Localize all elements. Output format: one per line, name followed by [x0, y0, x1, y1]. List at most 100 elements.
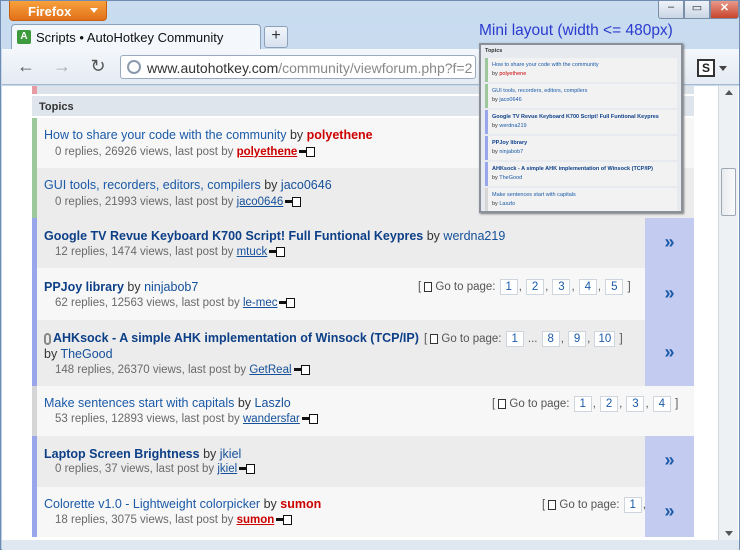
unread-marker — [32, 86, 37, 94]
topic-stats: 0 replies, 37 views, last post by — [55, 463, 215, 475]
last-post-icon[interactable] — [299, 147, 316, 158]
mini-layout-preview: Topics How to share your code with the c… — [479, 43, 683, 213]
jump-to-new-post-button[interactable]: » — [645, 320, 694, 386]
last-post-icon[interactable] — [285, 197, 302, 208]
topic-author-link[interactable]: polyethene — [307, 128, 373, 142]
last-poster-link[interactable]: polyethene — [237, 146, 298, 158]
topic-author-link[interactable]: sumon — [280, 497, 321, 511]
page-link[interactable]: 1 — [505, 331, 524, 347]
page-link[interactable]: 4 — [578, 279, 597, 295]
topic-stats: 18 replies, 3075 views, last post by — [55, 514, 234, 526]
mini-topic-title: AHKsock - A simple AHK implementation of… — [492, 166, 653, 172]
close-window-button[interactable]: ✕ — [710, 1, 739, 19]
topic-author-link[interactable]: jkiel — [220, 447, 242, 461]
mini-layout-caption: Mini layout (width <= 480px) — [479, 22, 673, 39]
topic-author-link[interactable]: werdna219 — [443, 229, 505, 243]
firefox-menu-label: Firefox — [28, 4, 72, 19]
last-poster-link[interactable]: jaco0646 — [237, 196, 284, 208]
page-link[interactable]: 5 — [605, 279, 624, 295]
topic-row: Colorette v1.0 - Lightweight colorpicker… — [32, 487, 694, 537]
page-link[interactable]: 1 — [573, 396, 592, 412]
page-link[interactable]: 2 — [526, 279, 545, 295]
topic-row: Make sentences start with capitals by La… — [32, 386, 694, 436]
maximize-button[interactable]: ▭ — [684, 1, 710, 19]
last-poster-link[interactable]: wandersfar — [243, 413, 300, 425]
forward-arrow-icon[interactable]: → — [50, 55, 74, 79]
url-bar[interactable]: www.autohotkey.com/community/viewforum.p… — [120, 55, 476, 79]
mini-topic-row: PPJoy library by ninjabob7 — [485, 136, 677, 160]
topic-title-link[interactable]: AHKsock - A simple AHK implementation of… — [53, 331, 419, 345]
page-link[interactable]: 3 — [552, 279, 571, 295]
mini-topic-title: Make sentences start with capitals — [492, 192, 576, 198]
topic-stats: 62 replies, 12563 views, last post by — [55, 297, 240, 309]
autohotkey-favicon-icon: A — [17, 30, 31, 44]
firefox-menu-button[interactable]: Firefox — [9, 1, 107, 21]
topic-title-link[interactable]: PPJoy library — [44, 280, 124, 294]
topic-title-link[interactable]: GUI tools, recorders, editors, compilers — [44, 178, 261, 192]
tab-title: Scripts • AutoHotkey Community — [36, 30, 224, 45]
topic-pagination: [ Go to page: 1, 2, 3, 4 ] — [492, 396, 679, 412]
topic-stats: 0 replies, 26926 views, last post by — [55, 146, 234, 158]
last-post-icon[interactable] — [301, 414, 318, 425]
page-icon — [548, 499, 557, 510]
minimize-button[interactable]: – — [658, 1, 684, 19]
page-link[interactable]: 8 — [541, 331, 560, 347]
mini-topics-header: Topics — [485, 48, 503, 54]
page-link[interactable]: 1 — [623, 497, 642, 513]
last-post-icon[interactable] — [269, 247, 286, 258]
topic-stats: 12 replies, 1474 views, last post by — [55, 246, 234, 258]
topic-title-link[interactable]: Laptop Screen Brightness — [44, 447, 200, 461]
topic-author-link[interactable]: jaco0646 — [281, 178, 332, 192]
last-post-icon[interactable] — [279, 298, 296, 309]
mini-topic-row: Make sentences start with capitals by Las… — [485, 188, 677, 211]
last-post-icon[interactable] — [293, 365, 310, 376]
vertical-scrollbar[interactable] — [718, 86, 738, 540]
topic-author-link[interactable]: ninjabob7 — [144, 280, 198, 294]
mini-topic-author: jaco0646 — [499, 97, 522, 103]
chevron-down-icon[interactable] — [719, 66, 727, 71]
browser-window: Firefox – ▭ ✕ A Scripts • AutoHotkey Com… — [0, 0, 740, 550]
last-poster-link[interactable]: sumon — [237, 514, 275, 526]
jump-to-new-post-button[interactable]: » — [645, 268, 694, 320]
new-tab-button[interactable]: + — [264, 26, 288, 48]
last-post-icon[interactable] — [239, 464, 256, 475]
page-link[interactable]: 4 — [652, 396, 671, 412]
extension-icon[interactable]: S — [697, 59, 715, 77]
page-icon — [430, 333, 439, 344]
topic-author-link[interactable]: TheGood — [60, 347, 112, 361]
topic-title-link[interactable]: How to share your code with the communit… — [44, 128, 286, 142]
topic-pagination: [ Go to page: 1, 2, 3, 4, 5 ] — [418, 279, 631, 295]
mini-topic-author: ninjabob7 — [499, 149, 524, 155]
last-poster-link[interactable]: mtuck — [237, 246, 268, 258]
last-poster-link[interactable]: le-mec — [243, 297, 278, 309]
page-link[interactable]: 1 — [499, 279, 518, 295]
topic-author-link[interactable]: Laszlo — [255, 396, 291, 410]
last-poster-link[interactable]: GetReal — [249, 364, 291, 376]
mini-topic-row: AHKsock - A simple AHK implementation of… — [485, 162, 677, 186]
globe-icon — [127, 60, 141, 74]
mini-topic-title: Google TV Revue Keyboard K700 Script! Fu… — [492, 114, 659, 120]
last-post-icon[interactable] — [276, 515, 293, 526]
jump-to-new-post-button[interactable]: » — [645, 487, 694, 537]
topic-title-link[interactable]: Google TV Revue Keyboard K700 Script! Fu… — [44, 229, 423, 243]
back-arrow-icon[interactable]: ← — [14, 55, 38, 79]
status-bar — [2, 540, 739, 550]
last-poster-link[interactable]: jkiel — [217, 463, 237, 475]
scroll-down-icon[interactable] — [725, 531, 733, 536]
mini-topic-row: How to share your code with the communit… — [485, 58, 677, 82]
topic-title-link[interactable]: Colorette v1.0 - Lightweight colorpicker — [44, 497, 260, 511]
jump-to-new-post-button[interactable]: » — [645, 218, 694, 268]
page-link[interactable]: 3 — [626, 396, 645, 412]
reload-icon[interactable]: ↻ — [86, 55, 110, 79]
topic-title-link[interactable]: Make sentences start with capitals — [44, 396, 234, 410]
jump-to-new-post-button[interactable]: » — [645, 436, 694, 487]
mini-topic-title: GUI tools, recorders, editors, compilers — [492, 88, 588, 94]
mini-topic-author: TheGood — [499, 175, 523, 181]
page-link[interactable]: 10 — [594, 331, 616, 347]
scroll-up-icon[interactable] — [725, 90, 733, 95]
page-link[interactable]: 2 — [600, 396, 619, 412]
tab-autohotkey-community[interactable]: A Scripts • AutoHotkey Community — [11, 24, 261, 49]
topic-pagination: [ Go to page: 1 ... 8, 9, 10 ] — [424, 331, 623, 347]
scrollbar-thumb[interactable] — [721, 168, 736, 216]
page-link[interactable]: 9 — [568, 331, 587, 347]
